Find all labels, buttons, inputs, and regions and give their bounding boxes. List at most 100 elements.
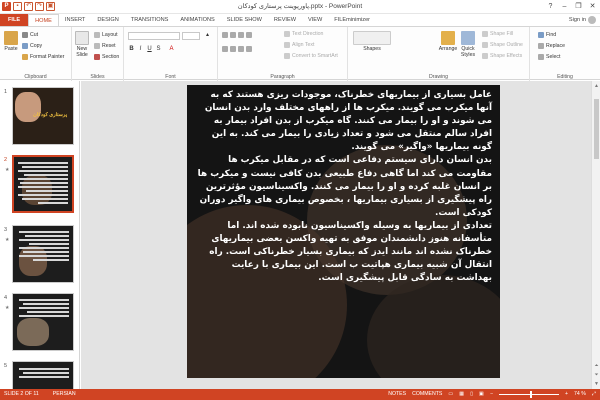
play-icon[interactable] [5,182,10,190]
notes-button[interactable]: NOTES [388,389,406,400]
animation-star-icon: ★ [5,237,10,243]
copy-button[interactable]: Copy [22,43,42,49]
next-slide-icon[interactable]: ⏷ [593,372,600,378]
font-color-button[interactable]: A [168,46,175,53]
scroll-down-icon[interactable]: ▼ [593,381,600,387]
language-indicator[interactable]: PERSIAN [53,389,76,400]
tab-transitions[interactable]: TRANSITIONS [125,14,175,26]
paste-button[interactable]: Paste [3,31,19,52]
zoom-in-icon[interactable]: + [565,389,568,400]
slide-canvas[interactable]: عامل بسیاری از بیماریهای خطرناک، موجودات… [187,85,500,378]
italic-button[interactable]: I [137,46,144,53]
tab-animations[interactable]: ANIMATIONS [174,14,220,26]
reading-view-icon[interactable]: ▯ [470,389,473,400]
previous-slide-icon[interactable]: ⏶ [593,363,600,369]
align-left-icon [222,46,228,52]
tab-file[interactable]: FILE [0,14,29,26]
slide-thumbnail-5[interactable] [12,361,74,389]
font-group: ▴ B I U S A Font [124,27,218,81]
replace-icon [538,43,544,49]
shape-outline-icon [482,42,488,48]
shape-outline-button[interactable]: Shape Outline [482,42,523,48]
arrange-label: Arrange [438,46,458,52]
tab-insert[interactable]: INSERT [59,14,91,26]
grow-font-icon[interactable]: ▴ [204,32,211,39]
shapes-icon [353,31,391,45]
shape-fill-button[interactable]: Shape Fill [482,31,513,37]
zoom-out-icon[interactable]: − [490,389,493,400]
slide-paragraph-2: بدن انسان دارای سیستم دفاعی است که در مق… [197,155,492,218]
layout-button[interactable]: Layout [94,32,118,38]
slide-body-text[interactable]: عامل بسیاری از بیماریهای خطرناک، موجودات… [195,89,492,285]
comments-button[interactable]: COMMENTS [412,389,442,400]
font-size-combo[interactable] [182,32,200,40]
numbering-icon [230,32,236,38]
convert-smartart-button[interactable]: Convert to SmartArt [284,53,338,59]
paragraph-group-label: Paragraph [270,74,295,80]
find-button[interactable]: Find [538,32,556,38]
slide-thumbnail-1[interactable]: پرستاری کودکان [12,87,74,145]
scrollbar-thumb[interactable] [594,99,599,159]
slide-thumbnails-pane[interactable]: 1 پرستاری کودکان 2 ★ 3 ★ 4 ★ 5 [0,81,80,389]
slideshow-view-icon[interactable]: ▣ [479,389,484,400]
new-slide-icon [75,31,89,45]
minimize-button[interactable]: – [559,1,570,12]
quick-styles-icon [461,31,475,45]
title-bar: P ▪ ↶ ↷ ▣ پاورپوینت پرستاری کودکان.pptx … [0,0,600,14]
slide-thumbnail-2[interactable] [12,155,74,213]
strikethrough-button[interactable]: S [155,46,162,53]
reset-icon [94,43,100,49]
alignment-buttons[interactable] [222,46,252,52]
tab-design[interactable]: DESIGN [91,14,124,26]
text-direction-label: Text Direction [292,31,324,37]
sign-in-link[interactable]: Sign in [569,14,586,26]
font-family-combo[interactable] [128,32,180,40]
help-icon[interactable]: ? [545,1,556,12]
zoom-slider-knob[interactable] [530,391,533,398]
select-button[interactable]: Select [538,54,560,60]
shapes-gallery[interactable]: Shapes [352,31,392,52]
tab-review[interactable]: REVIEW [268,14,302,26]
window-controls: ? – ❐ ✕ [545,1,598,12]
zoom-slider[interactable] [498,391,559,398]
close-button[interactable]: ✕ [587,1,598,12]
scissors-icon [22,32,28,38]
format-painter-button[interactable]: Format Painter [22,54,64,60]
slide-sorter-icon[interactable]: ▦ [459,389,464,400]
scroll-up-icon[interactable]: ▲ [593,83,600,89]
restore-button[interactable]: ❐ [573,1,584,12]
normal-view-icon[interactable]: ▭ [448,389,453,400]
replace-button[interactable]: Replace [538,43,565,49]
format-painter-icon [22,54,28,60]
clipboard-group-label: Clipboard [24,74,47,80]
section-button[interactable]: Section [94,54,119,60]
cut-button[interactable]: Cut [22,32,38,38]
zoom-level[interactable]: 74 % [574,389,586,400]
align-text-button[interactable]: Align Text [284,42,314,48]
slide-thumbnail-3[interactable] [12,225,74,283]
bullets-buttons[interactable] [222,32,252,38]
thumbnail-photo [17,318,49,346]
underline-button[interactable]: U [146,46,153,53]
shape-effects-button[interactable]: Shape Effects [482,53,522,59]
arrange-button[interactable]: Arrange [438,31,458,52]
tab-slide-show[interactable]: SLIDE SHOW [221,14,268,26]
avatar[interactable] [588,16,596,24]
vertical-scrollbar[interactable]: ▲ ⏶ ⏷ ▼ [591,81,600,389]
tab-home[interactable]: HOME [28,14,59,26]
text-direction-button[interactable]: Text Direction [284,31,323,37]
slide-paragraph-1: عامل بسیاری از بیماریهای خطرناک، موجودات… [204,90,492,153]
fit-to-window-icon[interactable]: ⤢ [592,389,596,400]
find-label: Find [546,32,557,38]
slide-thumbnail-4[interactable] [12,293,74,351]
copy-label: Copy [30,43,43,49]
thumbnail-title: پرستاری کودکان [33,112,67,118]
reset-button[interactable]: Reset [94,43,116,49]
tab-fileminimizer[interactable]: FILEminimizer [328,14,376,26]
quick-styles-button[interactable]: Quick Styles [458,31,478,58]
section-label: Section [102,54,120,60]
new-slide-button[interactable]: New Slide [74,31,90,58]
tab-view[interactable]: VIEW [302,14,328,26]
thumbnail-number: 1 [4,89,8,95]
bold-button[interactable]: B [128,46,135,53]
